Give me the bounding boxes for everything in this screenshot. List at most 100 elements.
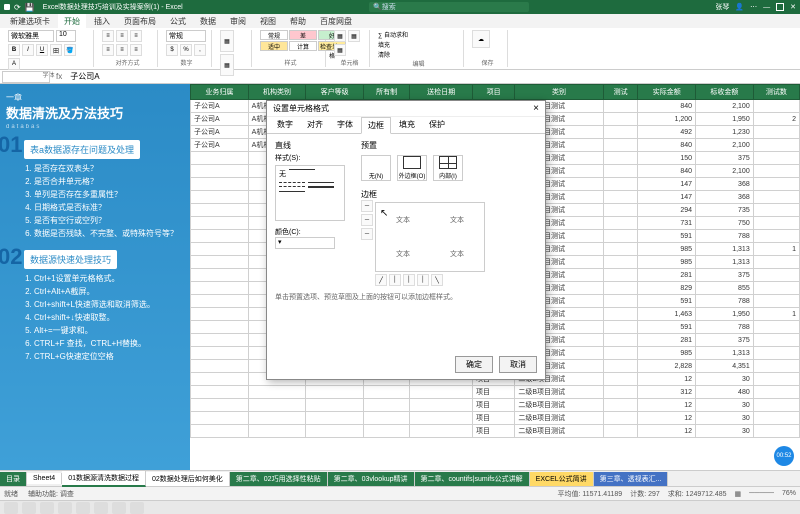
col-header[interactable]: 项目	[473, 85, 515, 100]
task-icon[interactable]	[40, 502, 54, 514]
sheet-tab[interactable]: 目录	[0, 472, 27, 486]
dialog-close-icon[interactable]: ×	[533, 103, 539, 114]
formula-input[interactable]: 子公司A	[66, 71, 800, 82]
baidu-save[interactable]: ☁	[472, 30, 490, 48]
task-icon[interactable]	[58, 502, 72, 514]
zoom-level[interactable]: 76%	[782, 490, 796, 497]
user-avatar-icon[interactable]: 👤	[735, 3, 744, 11]
tab-home[interactable]: 开始	[58, 14, 86, 28]
fill-color-button[interactable]: 🪣	[64, 44, 76, 56]
line-style-picker[interactable]: 无	[275, 165, 345, 221]
italic-button[interactable]: I	[22, 44, 34, 56]
task-icon[interactable]	[76, 502, 90, 514]
save-icon[interactable]: 💾	[25, 3, 35, 12]
recording-badge[interactable]: 00:52	[774, 446, 794, 466]
maximize-icon[interactable]	[776, 3, 784, 11]
align-top[interactable]: ≡	[102, 30, 114, 42]
font-name[interactable]: 微软雅黑	[8, 30, 54, 42]
tab-help[interactable]: 帮助	[284, 14, 312, 28]
style-normal[interactable]: 常规	[260, 30, 288, 40]
tab-view[interactable]: 视图	[254, 14, 282, 28]
tab-review[interactable]: 审阅	[224, 14, 252, 28]
preset-none[interactable]: 无(N)	[361, 155, 391, 181]
name-box[interactable]	[2, 71, 50, 83]
task-icon[interactable]	[22, 502, 36, 514]
dialog-tab[interactable]: 填充	[393, 117, 421, 133]
ribbon-opts-icon[interactable]: ⋯	[750, 3, 757, 11]
sheet-tab[interactable]: 第二章、02巧用选择性粘贴	[230, 472, 328, 486]
sheet-tab[interactable]: EXCEL公式简讲	[530, 472, 594, 486]
bold-button[interactable]: B	[8, 44, 20, 56]
border-preview[interactable]: 文本文本 文本文本	[375, 202, 485, 272]
col-header[interactable]: 测试数	[753, 85, 799, 100]
tab-new[interactable]: 新建选项卡	[4, 14, 56, 28]
border-diag2[interactable]: ╲	[431, 274, 443, 286]
table-row[interactable]: 项目二级B项目测试1230	[191, 425, 800, 438]
insert-cell[interactable]: ▦	[334, 30, 346, 42]
sheet-tab[interactable]: 第二章、countifs|sumifs公式讲解	[415, 472, 530, 486]
col-header[interactable]: 类别	[515, 85, 603, 100]
style-neutral[interactable]: 适中	[260, 41, 288, 51]
col-header[interactable]: 所有制	[364, 85, 410, 100]
percent-button[interactable]: %	[180, 44, 192, 56]
align-left[interactable]: ≡	[102, 44, 114, 56]
clear[interactable]: 清除	[378, 50, 390, 59]
align-right[interactable]: ≡	[130, 44, 142, 56]
col-header[interactable]: 业务归属	[191, 85, 249, 100]
close-icon[interactable]: ✕	[790, 3, 796, 11]
task-icon[interactable]	[94, 502, 108, 514]
tab-layout[interactable]: 页面布局	[118, 14, 162, 28]
align-center[interactable]: ≡	[116, 44, 128, 56]
border-mid-h[interactable]: ─	[361, 214, 373, 226]
view-normal-icon[interactable]: ▦	[735, 490, 742, 498]
tab-formula[interactable]: 公式	[164, 14, 192, 28]
currency-button[interactable]: $	[166, 44, 178, 56]
dialog-tab[interactable]: 数字	[271, 117, 299, 133]
fill[interactable]: 填充	[378, 40, 390, 49]
start-icon[interactable]	[4, 502, 18, 514]
preset-outline[interactable]: 外边框(O)	[397, 155, 427, 181]
dialog-tab[interactable]: 字体	[331, 117, 359, 133]
tab-data[interactable]: 数据	[194, 14, 222, 28]
style-calc[interactable]: 计算	[289, 41, 317, 51]
border-diag1[interactable]: ╱	[375, 274, 387, 286]
ok-button[interactable]: 确定	[455, 356, 493, 373]
dialog-tab[interactable]: 对齐	[301, 117, 329, 133]
style-bad[interactable]: 差	[289, 30, 317, 40]
preset-inside[interactable]: 内部(I)	[433, 155, 463, 181]
border-left[interactable]: │	[389, 274, 401, 286]
sheet-tab[interactable]: 02数据处理后如何美化	[146, 472, 230, 486]
cond-format[interactable]: ▦	[220, 30, 234, 52]
table-row[interactable]: 项目二级B项目测试312480	[191, 386, 800, 399]
col-header[interactable]: 机构类别	[248, 85, 306, 100]
col-header[interactable]: 送检日期	[410, 85, 473, 100]
color-picker[interactable]: ▾	[275, 237, 335, 249]
underline-button[interactable]: U	[36, 44, 48, 56]
border-top[interactable]: ─	[361, 200, 373, 212]
sheet-tab[interactable]: Sheet4	[27, 473, 62, 484]
autosum[interactable]: ∑ 自动求和	[378, 30, 408, 39]
comma-button[interactable]: ,	[194, 44, 206, 56]
search-box[interactable]: 🔍 搜索	[369, 2, 529, 12]
zoom-slider[interactable]: ─────	[749, 490, 774, 497]
user-name[interactable]: 张琴	[715, 2, 729, 12]
cancel-button[interactable]: 取消	[499, 356, 537, 373]
task-icon[interactable]	[130, 502, 144, 514]
border-mid-v[interactable]: │	[403, 274, 415, 286]
fx-icon[interactable]: fx	[52, 72, 66, 81]
delete-cell[interactable]: ▦	[348, 30, 360, 42]
border-right[interactable]: │	[417, 274, 429, 286]
task-icon[interactable]	[112, 502, 126, 514]
col-header[interactable]: 测试	[603, 85, 638, 100]
table-row[interactable]: 项目二级B项目测试1230	[191, 399, 800, 412]
col-header[interactable]: 客户等级	[306, 85, 364, 100]
dialog-tab[interactable]: 保护	[423, 117, 451, 133]
col-header[interactable]: 标收金额	[696, 85, 754, 100]
tab-baidu[interactable]: 百度网盘	[314, 14, 358, 28]
border-button[interactable]: 田	[50, 44, 62, 56]
align-bot[interactable]: ≡	[130, 30, 142, 42]
font-color-button[interactable]: A	[8, 58, 20, 70]
dialog-tab[interactable]: 边框	[361, 117, 391, 134]
sheet-tab[interactable]: 第二章、03vlookup精讲	[328, 472, 415, 486]
tab-insert[interactable]: 插入	[88, 14, 116, 28]
